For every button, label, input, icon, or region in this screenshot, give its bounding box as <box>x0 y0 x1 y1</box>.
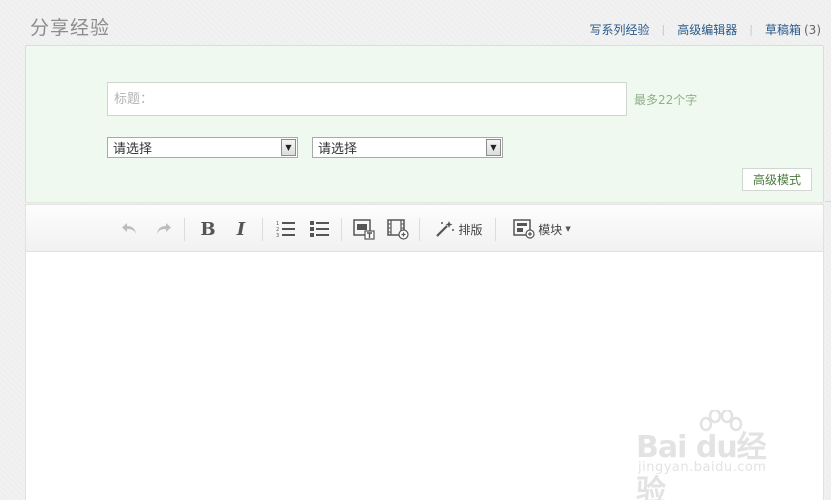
format-button[interactable]: 排版 <box>432 218 486 240</box>
divider: | <box>661 23 666 36</box>
unordered-list-icon[interactable] <box>308 218 332 240</box>
divider <box>184 218 185 241</box>
chevron-down-icon[interactable]: ▼ <box>486 139 501 156</box>
title-limit-hint: 最多22个字 <box>634 93 698 107</box>
bold-icon[interactable]: B <box>196 218 220 240</box>
divider <box>419 218 420 241</box>
category-select-2-value: 请选择 <box>318 142 358 157</box>
undo-icon[interactable] <box>119 218 141 240</box>
insert-image-icon[interactable] <box>352 218 376 240</box>
module-label: 模块 <box>538 222 563 237</box>
top-links: 写系列经验 | 高级编辑器 | 草稿箱 (3) <box>590 21 821 38</box>
divider <box>262 218 263 241</box>
divider <box>825 201 831 202</box>
insert-video-icon[interactable] <box>386 218 410 240</box>
advanced-editor-link[interactable]: 高级编辑器 <box>677 21 737 38</box>
divider <box>495 218 496 241</box>
title-input[interactable] <box>107 82 627 116</box>
editor-toolbar: B I 1 2 3 排版 模块 ▼ <box>25 204 824 252</box>
category-select-1[interactable]: 请选择 ▼ <box>107 137 298 158</box>
caret-down-icon: ▼ <box>565 225 571 233</box>
baidu-jingyan-watermark: Bai du经验 jingyan.baidu.com <box>636 410 786 500</box>
chevron-down-icon[interactable]: ▼ <box>281 139 296 156</box>
draft-count: (3) <box>804 22 821 37</box>
article-meta-panel: 最多22个字 请选择 ▼ 请选择 ▼ 高级模式 <box>25 45 824 203</box>
write-series-link[interactable]: 写系列经验 <box>590 21 650 38</box>
page-title: 分享经验 <box>30 17 111 39</box>
divider: | <box>749 23 753 36</box>
drafts-link[interactable]: 草稿箱 <box>765 21 801 38</box>
magic-wand-icon <box>436 221 455 237</box>
module-icon <box>513 219 535 239</box>
format-label: 排版 <box>458 222 483 237</box>
advanced-mode-button[interactable]: 高级模式 <box>742 168 812 191</box>
module-dropdown[interactable]: 模块 ▼ <box>511 218 573 240</box>
italic-icon[interactable]: I <box>229 218 253 240</box>
divider <box>341 218 342 241</box>
redo-icon[interactable] <box>152 218 174 240</box>
svg-text:3: 3 <box>276 233 279 238</box>
ordered-list-icon[interactable]: 1 2 3 <box>274 218 298 240</box>
category-select-2[interactable]: 请选择 ▼ <box>312 137 503 158</box>
watermark-url: jingyan.baidu.com <box>638 460 767 475</box>
category-select-1-value: 请选择 <box>113 142 153 157</box>
